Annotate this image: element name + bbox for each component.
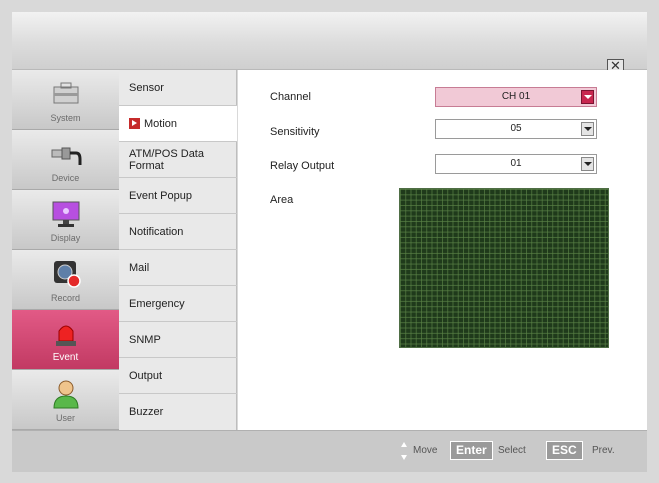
help-bar: Move Enter Select ESC Prev.: [12, 430, 647, 472]
settings-window: ✕ System Device Display Record Event Use…: [0, 0, 659, 483]
category-sidebar: System Device Display Record Event User: [12, 70, 119, 430]
relay-output-select[interactable]: 01: [435, 154, 597, 174]
submenu-item-event-popup[interactable]: Event Popup: [119, 178, 237, 214]
monitor-icon: [52, 201, 80, 227]
up-down-arrow-icon: [401, 442, 407, 460]
alarm-siren-icon: [56, 325, 76, 346]
submenu-item-motion[interactable]: Motion: [119, 106, 237, 142]
chevron-down-icon: [581, 90, 594, 104]
submenu-label: ATM/POS Data Format: [129, 147, 204, 172]
submenu-label: Mail: [129, 261, 150, 274]
submenu-item-snmp[interactable]: SNMP: [119, 322, 237, 358]
category-label: Device: [51, 173, 80, 183]
submenu-label: Buzzer: [129, 406, 164, 418]
camera-record-icon: [54, 261, 81, 288]
relay-output-value: 01: [510, 158, 522, 169]
prev-hint: Prev.: [592, 445, 615, 456]
user-icon: [53, 380, 79, 409]
toolbox-icon: [53, 82, 79, 104]
submenu-item-emergency[interactable]: Emergency: [119, 286, 237, 322]
chevron-down-icon: [581, 157, 594, 171]
category-event[interactable]: Event: [12, 310, 119, 370]
submenu-item-buzzer[interactable]: Buzzer: [119, 394, 237, 430]
submenu-item-atm-pos[interactable]: ATM/POS Data Format: [119, 142, 237, 178]
category-label: System: [50, 113, 81, 123]
submenu-label: Sensor: [129, 81, 164, 94]
submenu-label: Event Popup: [129, 189, 192, 202]
category-display[interactable]: Display: [12, 190, 119, 250]
channel-value: CH 01: [501, 91, 531, 102]
move-hint: Move: [413, 445, 438, 456]
submenu-item-mail[interactable]: Mail: [119, 250, 237, 286]
select-hint: Select: [498, 445, 526, 456]
relay-output-label: Relay Output: [270, 160, 335, 172]
enter-key: Enter: [450, 441, 493, 460]
sensitivity-label: Sensitivity: [270, 126, 320, 138]
category-label: Event: [52, 352, 79, 363]
channel-label: Channel: [270, 91, 311, 103]
submenu-label: Motion: [144, 117, 178, 130]
event-submenu: Sensor Motion ATM/POS Data Format Event …: [119, 70, 237, 430]
submenu-label: SNMP: [129, 333, 161, 346]
channel-select[interactable]: CH 01: [435, 87, 597, 107]
category-label: Display: [50, 233, 81, 243]
submenu-label: Notification: [129, 225, 184, 238]
category-device[interactable]: Device: [12, 130, 119, 190]
submenu-label: Emergency: [129, 297, 185, 310]
submenu-item-sensor[interactable]: Sensor: [119, 70, 237, 106]
sensitivity-value: 05: [510, 123, 522, 134]
category-record[interactable]: Record: [12, 250, 119, 310]
motion-area-grid[interactable]: [399, 188, 609, 348]
motion-settings-panel: Channel CH 01 Sensitivity 05 Relay Outpu…: [238, 70, 647, 430]
submenu-label: Output: [129, 369, 163, 382]
title-bar: ✕: [12, 12, 647, 74]
arrow-right-icon: [129, 118, 140, 129]
chevron-down-icon: [581, 122, 594, 136]
esc-key: ESC: [546, 441, 583, 460]
category-system[interactable]: System: [12, 70, 119, 130]
area-label: Area: [270, 194, 294, 206]
sensitivity-select[interactable]: 05: [435, 119, 597, 139]
submenu-item-output[interactable]: Output: [119, 358, 237, 394]
submenu-item-notification[interactable]: Notification: [119, 214, 237, 250]
category-label: User: [55, 413, 75, 423]
category-user[interactable]: User: [12, 370, 119, 430]
category-label: Record: [50, 293, 80, 303]
usb-cable-icon: [51, 147, 82, 165]
